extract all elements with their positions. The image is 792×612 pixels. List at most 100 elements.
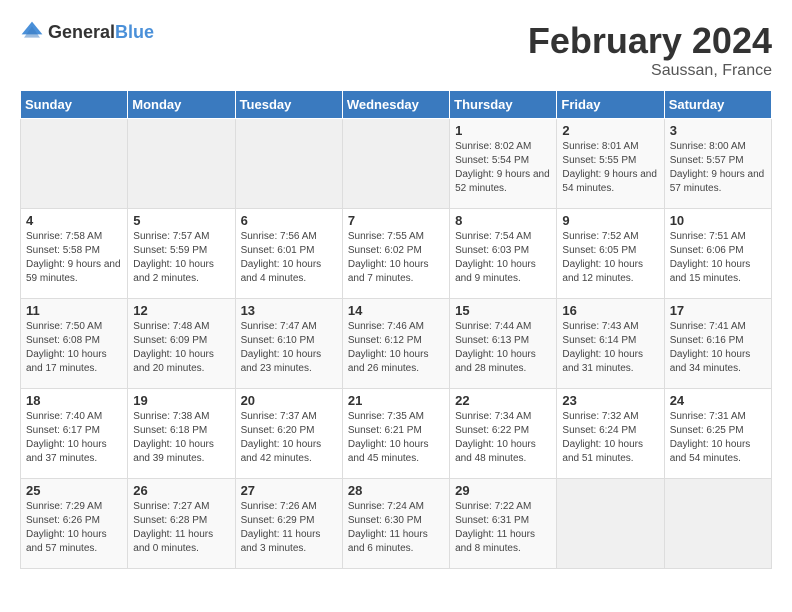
day-number: 29 — [455, 483, 551, 498]
calendar-cell — [235, 119, 342, 209]
day-info: Sunrise: 7:47 AM Sunset: 6:10 PM Dayligh… — [241, 320, 337, 376]
calendar-week-5: 25 Sunrise: 7:29 AM Sunset: 6:26 PM Dayli… — [21, 479, 772, 569]
title-block: February 2024 Saussan, France — [528, 20, 772, 80]
logo-general: General — [48, 22, 115, 42]
day-info: Sunrise: 7:54 AM Sunset: 6:03 PM Dayligh… — [455, 230, 551, 286]
day-info: Sunrise: 7:56 AM Sunset: 6:01 PM Dayligh… — [241, 230, 337, 286]
day-info: Sunrise: 7:44 AM Sunset: 6:13 PM Dayligh… — [455, 320, 551, 376]
calendar-week-2: 4 Sunrise: 7:58 AM Sunset: 5:58 PM Daylig… — [21, 209, 772, 299]
day-number: 4 — [26, 213, 122, 228]
calendar-cell: 20Sunrise: 7:37 AM Sunset: 6:20 PM Dayli… — [235, 389, 342, 479]
calendar-cell — [557, 479, 664, 569]
logo-icon — [20, 20, 44, 44]
day-number: 23 — [562, 393, 658, 408]
day-info: Sunrise: 8:00 AM Sunset: 5:57 PM Dayligh… — [670, 140, 766, 196]
calendar-week-1: 1 Sunrise: 8:02 AM Sunset: 5:54 PM Daylig… — [21, 119, 772, 209]
day-number: 26 — [133, 483, 229, 498]
calendar-cell: 28 Sunrise: 7:24 AM Sunset: 6:30 PM Dayli… — [342, 479, 449, 569]
day-number: 27 — [241, 483, 337, 498]
calendar-cell: 12 Sunrise: 7:48 AM Sunset: 6:09 PM Dayli… — [128, 299, 235, 389]
day-info: Sunrise: 8:01 AM Sunset: 5:55 PM Dayligh… — [562, 140, 658, 196]
calendar-cell: 21Sunrise: 7:35 AM Sunset: 6:21 PM Dayli… — [342, 389, 449, 479]
logo: GeneralBlue — [20, 20, 154, 44]
calendar-cell: 23Sunrise: 7:32 AM Sunset: 6:24 PM Dayli… — [557, 389, 664, 479]
calendar-cell: 9 Sunrise: 7:52 AM Sunset: 6:05 PM Daylig… — [557, 209, 664, 299]
calendar-cell: 15 Sunrise: 7:44 AM Sunset: 6:13 PM Dayli… — [450, 299, 557, 389]
day-info: Sunrise: 7:57 AM Sunset: 5:59 PM Dayligh… — [133, 230, 229, 286]
day-number: 14 — [348, 303, 444, 318]
calendar-cell: 11Sunrise: 7:50 AM Sunset: 6:08 PM Dayli… — [21, 299, 128, 389]
day-number: 12 — [133, 303, 229, 318]
calendar-cell: 24 Sunrise: 7:31 AM Sunset: 6:25 PM Dayli… — [664, 389, 771, 479]
day-info: Sunrise: 7:51 AM Sunset: 6:06 PM Dayligh… — [670, 230, 766, 286]
calendar-cell: 26Sunrise: 7:27 AM Sunset: 6:28 PM Dayli… — [128, 479, 235, 569]
day-number: 10 — [670, 213, 766, 228]
day-info: Sunrise: 7:40 AM Sunset: 6:17 PM Dayligh… — [26, 410, 122, 466]
day-info: Sunrise: 7:34 AM Sunset: 6:22 PM Dayligh… — [455, 410, 551, 466]
col-thursday: Thursday — [450, 91, 557, 119]
day-number: 9 — [562, 213, 658, 228]
day-info: Sunrise: 7:50 AM Sunset: 6:08 PM Dayligh… — [26, 320, 122, 376]
day-number: 13 — [241, 303, 337, 318]
calendar-cell — [128, 119, 235, 209]
calendar-cell: 16 Sunrise: 7:43 AM Sunset: 6:14 PM Dayli… — [557, 299, 664, 389]
day-number: 22 — [455, 393, 551, 408]
calendar-cell — [21, 119, 128, 209]
calendar-cell: 8Sunrise: 7:54 AM Sunset: 6:03 PM Daylig… — [450, 209, 557, 299]
day-info: Sunrise: 7:58 AM Sunset: 5:58 PM Dayligh… — [26, 230, 122, 286]
calendar-cell: 2 Sunrise: 8:01 AM Sunset: 5:55 PM Daylig… — [557, 119, 664, 209]
day-info: Sunrise: 7:41 AM Sunset: 6:16 PM Dayligh… — [670, 320, 766, 376]
day-info: Sunrise: 7:48 AM Sunset: 6:09 PM Dayligh… — [133, 320, 229, 376]
calendar-cell: 1 Sunrise: 8:02 AM Sunset: 5:54 PM Daylig… — [450, 119, 557, 209]
calendar-title: February 2024 — [528, 20, 772, 62]
col-friday: Friday — [557, 91, 664, 119]
calendar-cell: 25 Sunrise: 7:29 AM Sunset: 6:26 PM Dayli… — [21, 479, 128, 569]
calendar-week-3: 11Sunrise: 7:50 AM Sunset: 6:08 PM Dayli… — [21, 299, 772, 389]
calendar-subtitle: Saussan, France — [528, 62, 772, 80]
col-monday: Monday — [128, 91, 235, 119]
day-info: Sunrise: 7:55 AM Sunset: 6:02 PM Dayligh… — [348, 230, 444, 286]
day-info: Sunrise: 7:46 AM Sunset: 6:12 PM Dayligh… — [348, 320, 444, 376]
day-info: Sunrise: 7:43 AM Sunset: 6:14 PM Dayligh… — [562, 320, 658, 376]
day-number: 20 — [241, 393, 337, 408]
logo-blue: Blue — [115, 22, 154, 42]
calendar-cell — [664, 479, 771, 569]
day-number: 2 — [562, 123, 658, 138]
day-number: 5 — [133, 213, 229, 228]
page-header: GeneralBlue February 2024 Saussan, Franc… — [20, 20, 772, 80]
day-info: Sunrise: 7:24 AM Sunset: 6:30 PM Dayligh… — [348, 500, 444, 556]
calendar-cell: 4 Sunrise: 7:58 AM Sunset: 5:58 PM Daylig… — [21, 209, 128, 299]
day-info: Sunrise: 7:52 AM Sunset: 6:05 PM Dayligh… — [562, 230, 658, 286]
day-number: 18 — [26, 393, 122, 408]
calendar-cell: 7Sunrise: 7:55 AM Sunset: 6:02 PM Daylig… — [342, 209, 449, 299]
day-info: Sunrise: 7:26 AM Sunset: 6:29 PM Dayligh… — [241, 500, 337, 556]
day-info: Sunrise: 7:31 AM Sunset: 6:25 PM Dayligh… — [670, 410, 766, 466]
calendar-cell: 17 Sunrise: 7:41 AM Sunset: 6:16 PM Dayli… — [664, 299, 771, 389]
calendar-cell: 6Sunrise: 7:56 AM Sunset: 6:01 PM Daylig… — [235, 209, 342, 299]
col-sunday: Sunday — [21, 91, 128, 119]
day-number: 3 — [670, 123, 766, 138]
day-number: 24 — [670, 393, 766, 408]
calendar-cell: 18 Sunrise: 7:40 AM Sunset: 6:17 PM Dayli… — [21, 389, 128, 479]
day-number: 17 — [670, 303, 766, 318]
calendar-cell: 3 Sunrise: 8:00 AM Sunset: 5:57 PM Daylig… — [664, 119, 771, 209]
day-number: 21 — [348, 393, 444, 408]
day-number: 16 — [562, 303, 658, 318]
calendar-week-4: 18 Sunrise: 7:40 AM Sunset: 6:17 PM Dayli… — [21, 389, 772, 479]
day-number: 25 — [26, 483, 122, 498]
calendar-cell: 5 Sunrise: 7:57 AM Sunset: 5:59 PM Daylig… — [128, 209, 235, 299]
calendar-table: Sunday Monday Tuesday Wednesday Thursday… — [20, 90, 772, 569]
day-number: 19 — [133, 393, 229, 408]
calendar-cell: 13 Sunrise: 7:47 AM Sunset: 6:10 PM Dayli… — [235, 299, 342, 389]
day-number: 1 — [455, 123, 551, 138]
calendar-header: Sunday Monday Tuesday Wednesday Thursday… — [21, 91, 772, 119]
calendar-cell: 10 Sunrise: 7:51 AM Sunset: 6:06 PM Dayli… — [664, 209, 771, 299]
day-number: 15 — [455, 303, 551, 318]
col-wednesday: Wednesday — [342, 91, 449, 119]
header-row: Sunday Monday Tuesday Wednesday Thursday… — [21, 91, 772, 119]
day-info: Sunrise: 7:38 AM Sunset: 6:18 PM Dayligh… — [133, 410, 229, 466]
day-info: Sunrise: 8:02 AM Sunset: 5:54 PM Dayligh… — [455, 140, 551, 196]
day-info: Sunrise: 7:29 AM Sunset: 6:26 PM Dayligh… — [26, 500, 122, 556]
day-number: 28 — [348, 483, 444, 498]
calendar-cell: 29Sunrise: 7:22 AM Sunset: 6:31 PM Dayli… — [450, 479, 557, 569]
